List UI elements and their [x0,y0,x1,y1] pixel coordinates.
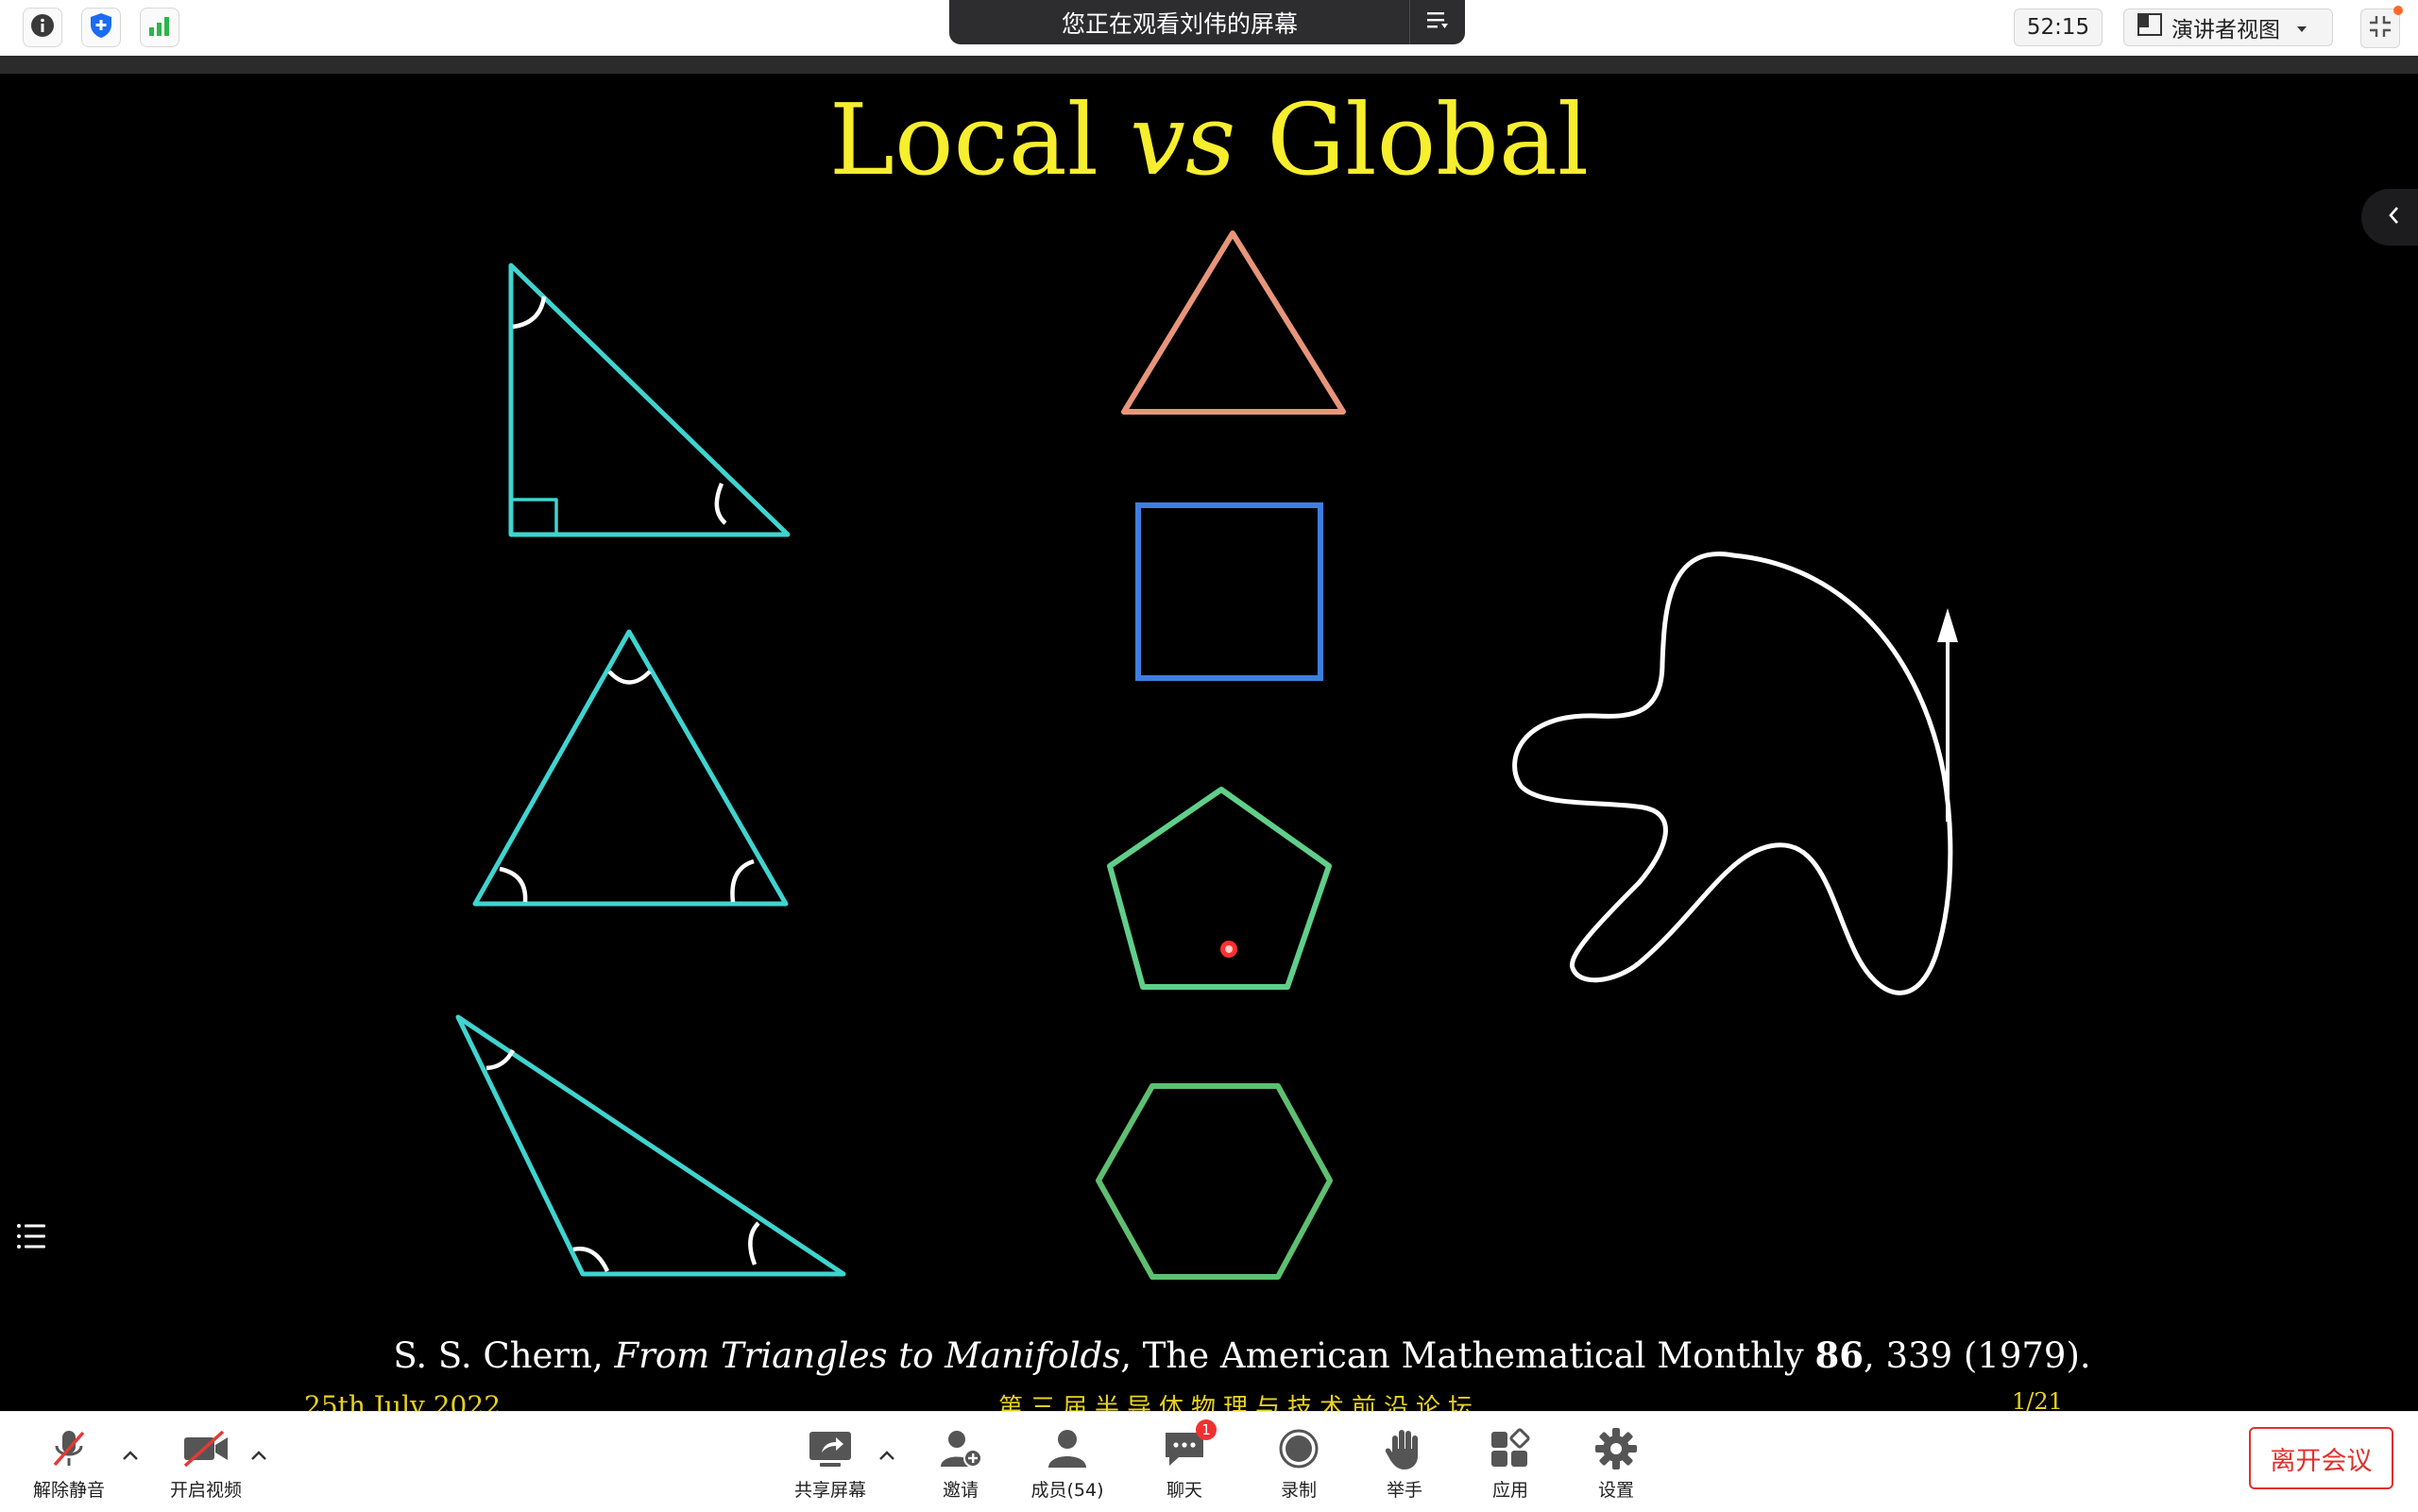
leave-meeting-button[interactable]: 离开会议 [2249,1427,2393,1489]
green-pentagon [1107,787,1332,990]
meeting-timer: 52:15 [2014,8,2103,46]
citation-work: From Triangles to Manifolds [614,1335,1121,1376]
banner-text: 您正在观看刘伟的屏幕 [1061,9,1298,38]
angle-arc [499,866,528,903]
citation-journal: , The American Mathematical Monthly [1120,1335,1815,1376]
info-icon [29,12,56,42]
raise-hand-button[interactable]: 举手 [1353,1423,1456,1502]
citation-authors: S. S. Chern, [393,1335,615,1376]
apps-button[interactable]: 应用 [1458,1423,1562,1502]
members-icon [1045,1423,1090,1474]
video-options-caret[interactable] [249,1448,268,1466]
raise-hand-label: 举手 [1386,1480,1422,1501]
title-local: Local [828,82,1131,197]
outline-list-button[interactable] [13,1221,51,1255]
view-mode-label: 演讲者视图 [2171,18,2280,42]
audio-options-caret[interactable] [121,1448,140,1466]
closed-curve [1512,552,1953,995]
apps-icon [1489,1423,1532,1474]
record-label: 录制 [1280,1480,1317,1501]
meeting-info-button[interactable] [23,8,62,47]
angle-arc [730,858,755,903]
orange-triangle [1121,230,1346,415]
chat-label: 聊天 [1166,1480,1202,1501]
blue-square [1135,502,1323,681]
citation-pages-year: , 339 (1979). [1863,1335,2091,1376]
notification-dot [2393,6,2403,15]
top-bar: 您正在观看刘伟的屏幕 52:15 演讲者视图 [0,0,2418,57]
obtuse-triangle [455,1014,846,1277]
security-button[interactable] [81,8,121,47]
chevron-left-icon [2387,205,2402,229]
share-screen-button[interactable]: 共享屏幕 [778,1423,882,1502]
chevron-up-icon [121,1448,140,1466]
chat-button[interactable]: 1 聊天 [1132,1419,1236,1502]
chat-unread-badge: 1 [1196,1419,1217,1440]
start-video-button[interactable]: 开启视频 [154,1423,258,1502]
green-hexagon [1096,1083,1333,1280]
acute-triangle [472,629,789,907]
angle-arc [748,1221,760,1266]
banner-menu-button[interactable] [1409,0,1465,44]
angle-arc [714,483,727,525]
invite-label: 邀请 [942,1480,979,1501]
right-triangle [508,263,791,537]
mic-muted-icon [47,1423,91,1474]
network-quality-button[interactable] [140,8,179,47]
exit-fullscreen-button[interactable] [2360,6,2403,48]
camera-off-icon [181,1423,230,1474]
citation-volume: 86 [1814,1334,1864,1376]
chevron-down-icon [2295,15,2308,40]
meeting-toolbar: 解除静音 开启视频 共享屏幕 邀请 成员(54) 1 聊天 录制 举手 应用 设… [0,1411,2418,1512]
record-icon [1276,1423,1321,1474]
unmute-label: 解除静音 [32,1480,105,1501]
share-screen-label: 共享屏幕 [793,1480,866,1501]
settings-button[interactable]: 设置 [1564,1423,1668,1502]
unmute-button[interactable]: 解除静音 [17,1423,121,1502]
record-button[interactable]: 录制 [1247,1423,1351,1502]
screen-share-banner: 您正在观看刘伟的屏幕 [949,0,1465,44]
share-screen-icon [807,1423,854,1474]
share-options-caret[interactable] [877,1448,896,1466]
view-mode-dropdown[interactable]: 演讲者视图 [2123,8,2333,46]
title-global: Global [1235,82,1590,197]
angle-arc [512,296,547,330]
exit-fullscreen-icon [2368,14,2392,42]
slide-citation: S. S. Chern, From Triangles to Manifolds… [0,1334,2418,1376]
share-frame-border [0,56,2418,74]
start-video-label: 开启视频 [169,1480,242,1501]
signal-bars-icon [146,13,173,42]
members-button[interactable]: 成员(54) [1015,1423,1119,1502]
slide-drawing [455,230,1958,1280]
add-person-icon [938,1423,983,1474]
angle-arc [607,670,652,685]
invite-button[interactable]: 邀请 [909,1423,1013,1502]
chevron-up-icon [249,1448,268,1466]
shield-icon [88,11,114,43]
gear-icon [1593,1423,1639,1474]
tangent-arrowhead [1937,608,1958,642]
chevron-up-icon [877,1448,896,1466]
hand-icon [1384,1423,1425,1474]
layout-icon [2137,13,2162,42]
right-angle-marker [511,498,558,535]
chat-icon: 1 [1162,1419,1217,1474]
shared-slide: Local vs Global S. S. Chern, From Triang… [0,74,2418,1422]
slide-title: Local vs Global [0,83,2418,196]
members-label: 成员(54) [1030,1480,1104,1501]
apps-label: 应用 [1491,1480,1528,1501]
list-icon [13,1224,51,1255]
collapse-panel-button[interactable] [2361,189,2418,246]
settings-label: 设置 [1597,1480,1634,1501]
title-vs: vs [1130,82,1236,197]
menu-icon [1425,8,1450,36]
